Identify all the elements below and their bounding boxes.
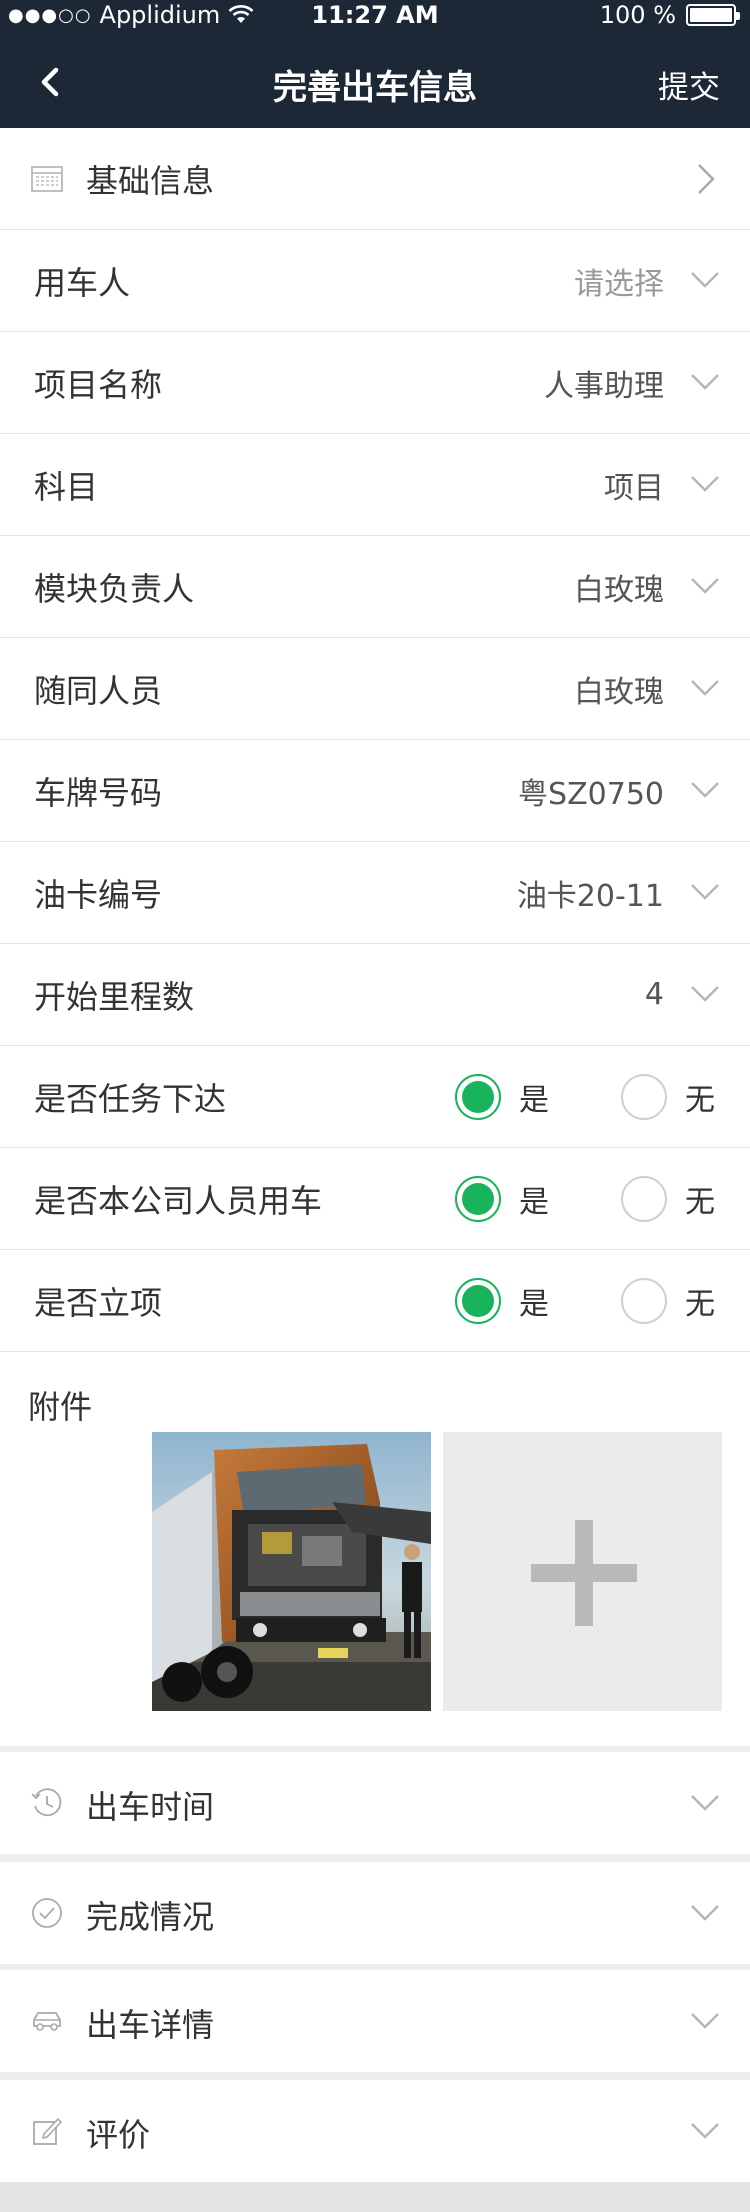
chevron-down-icon bbox=[691, 986, 719, 1002]
radio-row-label: 是否任务下达 bbox=[34, 1079, 227, 1118]
field-label: 项目名称 bbox=[34, 365, 163, 404]
field-value: 请选择 bbox=[574, 266, 664, 302]
section-label: 评价 bbox=[86, 2116, 151, 2154]
field-row-subject[interactable]: 科目 项目 bbox=[0, 434, 750, 536]
radio-row-project-approved: 是否立项 是 无 bbox=[0, 1250, 750, 1352]
field-row-user[interactable]: 用车人 请选择 bbox=[0, 230, 750, 332]
edit-icon bbox=[33, 2117, 63, 2145]
radio-yes-label: 是 bbox=[519, 1082, 549, 1118]
radio-yes-label: 是 bbox=[519, 1286, 549, 1322]
field-row-project-name[interactable]: 项目名称 人事助理 bbox=[0, 332, 750, 434]
field-row-start-mileage[interactable]: 开始里程数 4 bbox=[0, 944, 750, 1046]
radio-no[interactable]: 无 bbox=[621, 1073, 715, 1120]
field-label: 用车人 bbox=[34, 263, 131, 302]
radio-no-label: 无 bbox=[685, 1286, 715, 1322]
truck-photo-image bbox=[152, 1432, 431, 1711]
radio-no[interactable]: 无 bbox=[621, 1277, 715, 1324]
section-rating[interactable]: 评价 bbox=[0, 2080, 750, 2182]
chevron-down-icon bbox=[691, 1795, 719, 1811]
nav-bar: 完善出车信息 提交 bbox=[0, 36, 750, 128]
section-trip-details[interactable]: 出车详情 bbox=[0, 1970, 750, 2072]
radio-circle[interactable] bbox=[455, 1175, 501, 1222]
radio-circle[interactable] bbox=[621, 1073, 667, 1120]
radio-yes[interactable]: 是 bbox=[455, 1277, 549, 1324]
field-value: 人事助理 bbox=[544, 368, 664, 404]
section-label: 完成情况 bbox=[86, 1898, 215, 1936]
attachment-label: 附件 bbox=[28, 1388, 93, 1426]
radio-no-label: 无 bbox=[685, 1082, 715, 1118]
chevron-down-icon bbox=[691, 374, 719, 390]
radio-row-label: 是否立项 bbox=[34, 1283, 163, 1322]
chevron-down-icon bbox=[691, 2123, 719, 2139]
radio-no-label: 无 bbox=[685, 1184, 715, 1220]
submit-button[interactable]: 提交 bbox=[658, 62, 720, 107]
battery-percent: 100 % bbox=[599, 1, 676, 29]
field-value: 粤SZ0750 bbox=[518, 776, 664, 812]
field-label: 随同人员 bbox=[34, 671, 163, 710]
form-list: 基础信息 用车人 请选择 项目名称 人事助理 科目 项目 模块负责人 白玫瑰 随… bbox=[0, 128, 750, 1746]
radio-circle[interactable] bbox=[455, 1073, 501, 1120]
section-label: 出车时间 bbox=[86, 1788, 215, 1826]
top-bar: ●●●○○ Applidium 11:27 AM 100 % 完善出车信息 提交 bbox=[0, 0, 750, 128]
status-right: 100 % bbox=[599, 1, 740, 29]
chevron-down-icon bbox=[691, 680, 719, 696]
history-clock-icon bbox=[31, 1788, 62, 1817]
field-label: 车牌号码 bbox=[34, 773, 163, 812]
chevron-down-icon bbox=[691, 1905, 719, 1921]
field-label: 油卡编号 bbox=[34, 875, 163, 914]
field-row-companions[interactable]: 随同人员 白玫瑰 bbox=[0, 638, 750, 740]
bottom-spacer bbox=[0, 2182, 750, 2212]
chevron-right-icon bbox=[698, 163, 715, 194]
radio-no[interactable]: 无 bbox=[621, 1175, 715, 1222]
basic-info-row[interactable]: 基础信息 bbox=[0, 128, 750, 230]
plus-icon bbox=[531, 1520, 637, 1626]
attachment-photo[interactable] bbox=[152, 1432, 431, 1711]
attachment-section: 附件 bbox=[0, 1352, 750, 1746]
radio-row-label: 是否本公司人员用车 bbox=[34, 1181, 323, 1220]
radio-circle[interactable] bbox=[621, 1175, 667, 1222]
field-label: 模块负责人 bbox=[34, 569, 195, 608]
table-icon bbox=[31, 166, 63, 192]
radio-row-task-assigned: 是否任务下达 是 无 bbox=[0, 1046, 750, 1148]
chevron-down-icon bbox=[691, 782, 719, 798]
chevron-down-icon bbox=[691, 476, 719, 492]
status-bar: ●●●○○ Applidium 11:27 AM 100 % bbox=[0, 0, 750, 32]
chevron-down-icon bbox=[691, 578, 719, 594]
field-label: 科目 bbox=[34, 467, 99, 506]
section-label: 出车详情 bbox=[86, 2006, 215, 2044]
add-attachment-button[interactable] bbox=[443, 1432, 722, 1711]
radio-row-company-staff: 是否本公司人员用车 是 无 bbox=[0, 1148, 750, 1250]
section-completion[interactable]: 完成情况 bbox=[0, 1862, 750, 1964]
section-departure-time[interactable]: 出车时间 bbox=[0, 1752, 750, 1854]
page-title: 完善出车信息 bbox=[273, 68, 477, 108]
radio-circle[interactable] bbox=[621, 1277, 667, 1324]
field-row-plate-number[interactable]: 车牌号码 粤SZ0750 bbox=[0, 740, 750, 842]
chevron-down-icon bbox=[691, 2013, 719, 2029]
radio-yes-label: 是 bbox=[519, 1184, 549, 1220]
field-label: 开始里程数 bbox=[34, 977, 195, 1016]
field-value: 油卡20-11 bbox=[516, 878, 664, 914]
chevron-down-icon bbox=[691, 272, 719, 288]
radio-circle[interactable] bbox=[455, 1277, 501, 1324]
field-value: 项目 bbox=[604, 470, 664, 506]
field-value: 4 bbox=[644, 977, 664, 1012]
field-value: 白玫瑰 bbox=[574, 572, 664, 608]
check-circle-icon bbox=[32, 1898, 62, 1928]
battery-icon bbox=[686, 4, 740, 26]
radio-yes[interactable]: 是 bbox=[455, 1175, 549, 1222]
car-icon bbox=[33, 2012, 61, 2031]
chevron-down-icon bbox=[691, 884, 719, 900]
field-row-module-owner[interactable]: 模块负责人 白玫瑰 bbox=[0, 536, 750, 638]
field-row-fuel-card[interactable]: 油卡编号 油卡20-11 bbox=[0, 842, 750, 944]
basic-info-label: 基础信息 bbox=[86, 161, 215, 200]
radio-yes[interactable]: 是 bbox=[455, 1073, 549, 1120]
field-value: 白玫瑰 bbox=[574, 674, 664, 710]
